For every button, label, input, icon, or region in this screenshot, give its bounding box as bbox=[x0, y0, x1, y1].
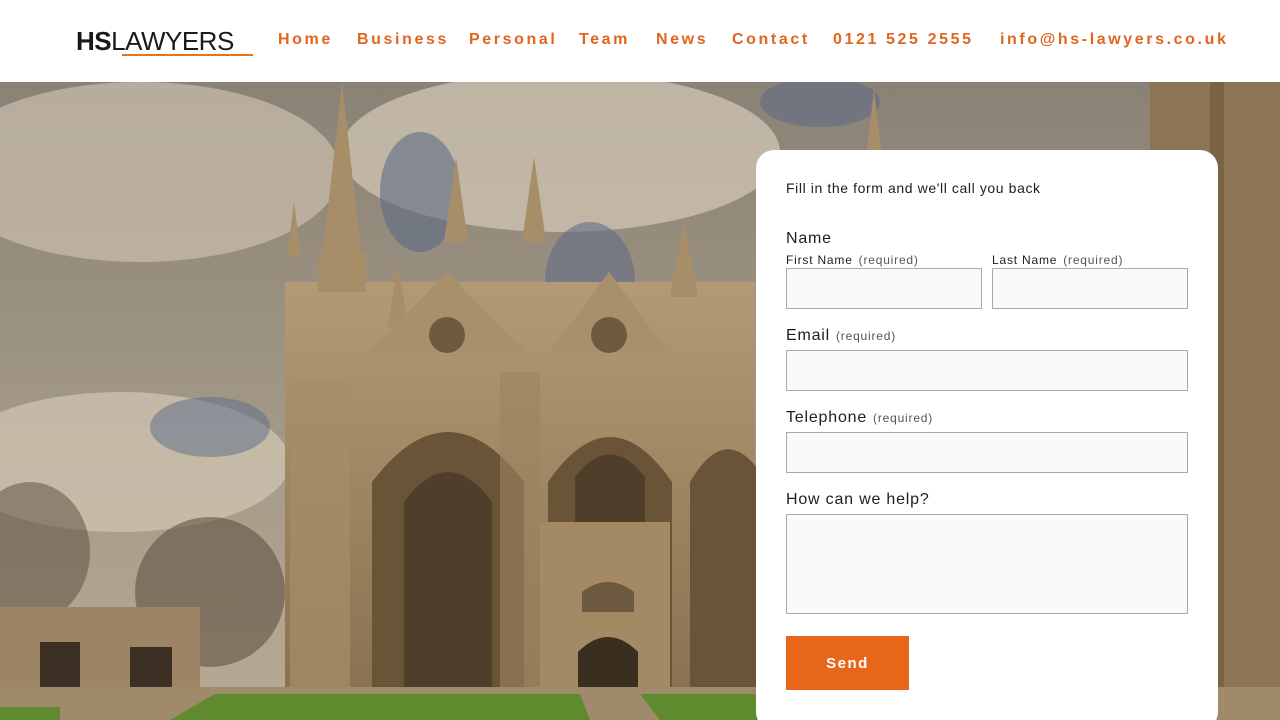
required-hint: (required) bbox=[858, 253, 919, 267]
logo-light-text: LAWYERS bbox=[111, 26, 234, 56]
nav-email[interactable]: info@hs-lawyers.co.uk bbox=[1000, 31, 1228, 49]
nav-news[interactable]: News bbox=[656, 31, 708, 49]
logo-bold-text: HS bbox=[76, 26, 112, 56]
nav-personal[interactable]: Personal bbox=[469, 31, 557, 49]
required-hint: (required) bbox=[873, 411, 934, 425]
nav-business[interactable]: Business bbox=[357, 31, 449, 49]
nav-home[interactable]: Home bbox=[278, 31, 333, 49]
form-intro: Fill in the form and we'll call you back bbox=[786, 180, 1041, 196]
first-name-field[interactable] bbox=[786, 268, 982, 309]
last-name-field[interactable] bbox=[992, 268, 1188, 309]
name-label: Name bbox=[786, 230, 832, 247]
first-name-label: First Name (required) bbox=[786, 253, 919, 267]
callback-form-card: Fill in the form and we'll call you back… bbox=[756, 150, 1218, 720]
logo-underline bbox=[122, 54, 253, 56]
required-hint: (required) bbox=[1063, 253, 1124, 267]
site-logo[interactable]: HSLAWYERS bbox=[76, 26, 253, 57]
email-field[interactable] bbox=[786, 350, 1188, 391]
nav-phone[interactable]: 0121 525 2555 bbox=[833, 31, 974, 49]
last-name-label: Last Name (required) bbox=[992, 253, 1124, 267]
help-label: How can we help? bbox=[786, 491, 930, 508]
required-hint: (required) bbox=[836, 329, 897, 343]
help-textarea[interactable] bbox=[786, 514, 1188, 614]
send-button[interactable]: Send bbox=[786, 636, 909, 690]
nav-contact[interactable]: Contact bbox=[732, 31, 810, 49]
site-header: HSLAWYERS Home Business Personal Team Ne… bbox=[0, 0, 1280, 82]
telephone-label: Telephone (required) bbox=[786, 409, 934, 426]
email-label: Email (required) bbox=[786, 327, 897, 344]
telephone-field[interactable] bbox=[786, 432, 1188, 473]
nav-team[interactable]: Team bbox=[579, 31, 630, 49]
